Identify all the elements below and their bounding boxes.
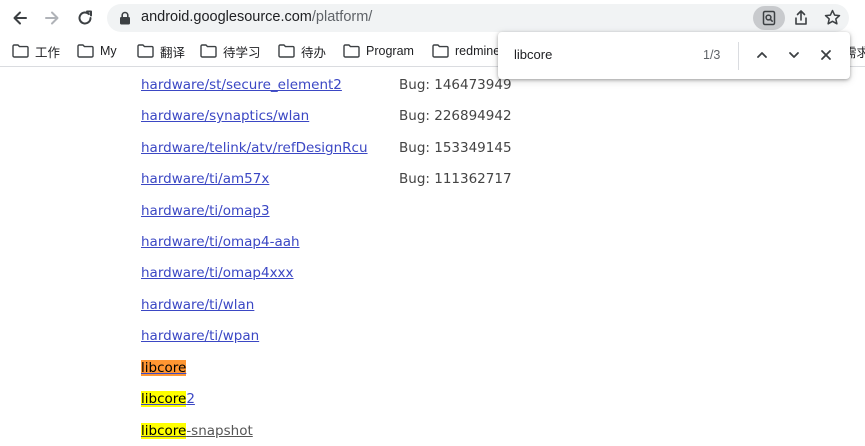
- reload-icon: [78, 10, 92, 25]
- repo-row: hardware/ti/omap3: [0, 203, 865, 225]
- back-button[interactable]: [10, 8, 30, 28]
- repo-row: libcore: [0, 360, 865, 382]
- url-host: android.googlesource.com: [141, 9, 312, 25]
- find-divider: [738, 42, 739, 70]
- bookmark-folder[interactable]: 工作: [12, 42, 60, 60]
- bookmark-folder[interactable]: 翻译: [137, 42, 185, 60]
- repo-row: hardware/st/secure_element2 Bug: 1464739…: [0, 77, 865, 99]
- repo-description: Bug: 153349145: [399, 140, 512, 156]
- bookmark-folder[interactable]: Program: [343, 42, 414, 60]
- repo-row: hardware/ti/wpan: [0, 328, 865, 350]
- bookmark-folder[interactable]: My: [77, 42, 117, 60]
- repo-row: hardware/ti/omap4-aah: [0, 234, 865, 256]
- repo-link-suffix: -snapshot: [186, 423, 253, 439]
- reload-button[interactable]: [75, 8, 95, 28]
- bookmark-folder[interactable]: redmine: [432, 42, 500, 60]
- url-text[interactable]: android.googlesource.com/platform/: [141, 9, 372, 25]
- repo-link[interactable]: hardware/ti/am57x: [141, 171, 269, 187]
- repo-link[interactable]: hardware/ti/wlan: [141, 297, 254, 313]
- repo-row: hardware/ti/am57x Bug: 111362717: [0, 171, 865, 193]
- repo-link[interactable]: hardware/synaptics/wlan: [141, 108, 309, 124]
- folder-icon: [137, 44, 154, 58]
- lock-icon[interactable]: [119, 11, 131, 25]
- repo-row: hardware/ti/wlan: [0, 297, 865, 319]
- repo-description: Bug: 226894942: [399, 108, 512, 124]
- find-previous-button[interactable]: [752, 45, 772, 65]
- repo-link-suffix: 2: [186, 391, 195, 407]
- close-icon: [821, 50, 831, 60]
- bookmark-label: 工作: [35, 45, 61, 60]
- forward-button[interactable]: [42, 8, 62, 28]
- folder-icon: [432, 44, 449, 58]
- repo-description: Bug: 111362717: [399, 171, 512, 187]
- repo-link[interactable]: hardware/ti/wpan: [141, 328, 259, 344]
- forward-arrow-icon: [45, 11, 59, 25]
- repo-row: libcore2: [0, 391, 865, 413]
- folder-icon: [200, 44, 217, 58]
- folder-icon: [343, 44, 360, 58]
- share-icon[interactable]: [793, 9, 809, 27]
- bookmark-star-icon[interactable]: [824, 9, 841, 26]
- repo-link[interactable]: hardware/ti/omap3: [141, 203, 270, 219]
- bookmark-folder[interactable]: 待办: [278, 42, 326, 60]
- folder-icon: [278, 44, 295, 58]
- bookmark-label: 翻译: [160, 45, 186, 60]
- repo-link-libcore-snapshot[interactable]: libcore-snapshot: [141, 423, 253, 439]
- find-close-button[interactable]: [816, 45, 836, 65]
- bookmark-label: My: [100, 44, 117, 58]
- find-match-highlight: libcore: [141, 391, 187, 407]
- find-match-highlight: libcore: [141, 423, 187, 439]
- folder-icon: [77, 44, 94, 58]
- folder-icon: [12, 44, 29, 58]
- find-match-count: 1/3: [703, 48, 721, 62]
- browser-toolbar: android.googlesource.com/platform/: [0, 0, 865, 36]
- repo-description: Bug: 146473949: [399, 77, 512, 93]
- chevron-down-icon: [789, 52, 799, 58]
- find-page-icon: [762, 10, 776, 26]
- repo-list: hardware/st/secure_element2 Bug: 1464739…: [0, 67, 865, 446]
- address-bar[interactable]: android.googlesource.com/platform/: [107, 4, 849, 32]
- repo-link[interactable]: hardware/ti/omap4-aah: [141, 234, 300, 250]
- repo-row: hardware/synaptics/wlan Bug: 226894942: [0, 108, 865, 130]
- back-arrow-icon: [13, 11, 27, 25]
- find-input[interactable]: libcore: [514, 47, 552, 62]
- bookmark-label: Program: [366, 44, 414, 58]
- bookmark-label: 待办: [301, 45, 327, 60]
- bookmark-label: redmine: [455, 44, 501, 58]
- repo-link-libcore[interactable]: libcore: [141, 360, 187, 376]
- repo-row: hardware/telink/atv/refDesignRcu Bug: 15…: [0, 140, 865, 162]
- find-in-page-indicator[interactable]: [753, 6, 785, 30]
- find-next-button[interactable]: [784, 45, 804, 65]
- chevron-up-icon: [757, 52, 767, 58]
- bookmark-label: 待学习: [223, 45, 261, 60]
- repo-link[interactable]: hardware/st/secure_element2: [141, 77, 342, 93]
- bookmark-folder[interactable]: 待学习: [200, 42, 261, 60]
- find-match-current: libcore: [141, 360, 187, 376]
- repo-link[interactable]: hardware/telink/atv/refDesignRcu: [141, 140, 368, 156]
- url-path: /platform/: [311, 9, 373, 25]
- repo-row: hardware/ti/omap4xxx: [0, 265, 865, 287]
- repo-row: libcore-snapshot: [0, 423, 865, 445]
- repo-link[interactable]: hardware/ti/omap4xxx: [141, 265, 294, 281]
- repo-link-libcore2[interactable]: libcore2: [141, 391, 195, 407]
